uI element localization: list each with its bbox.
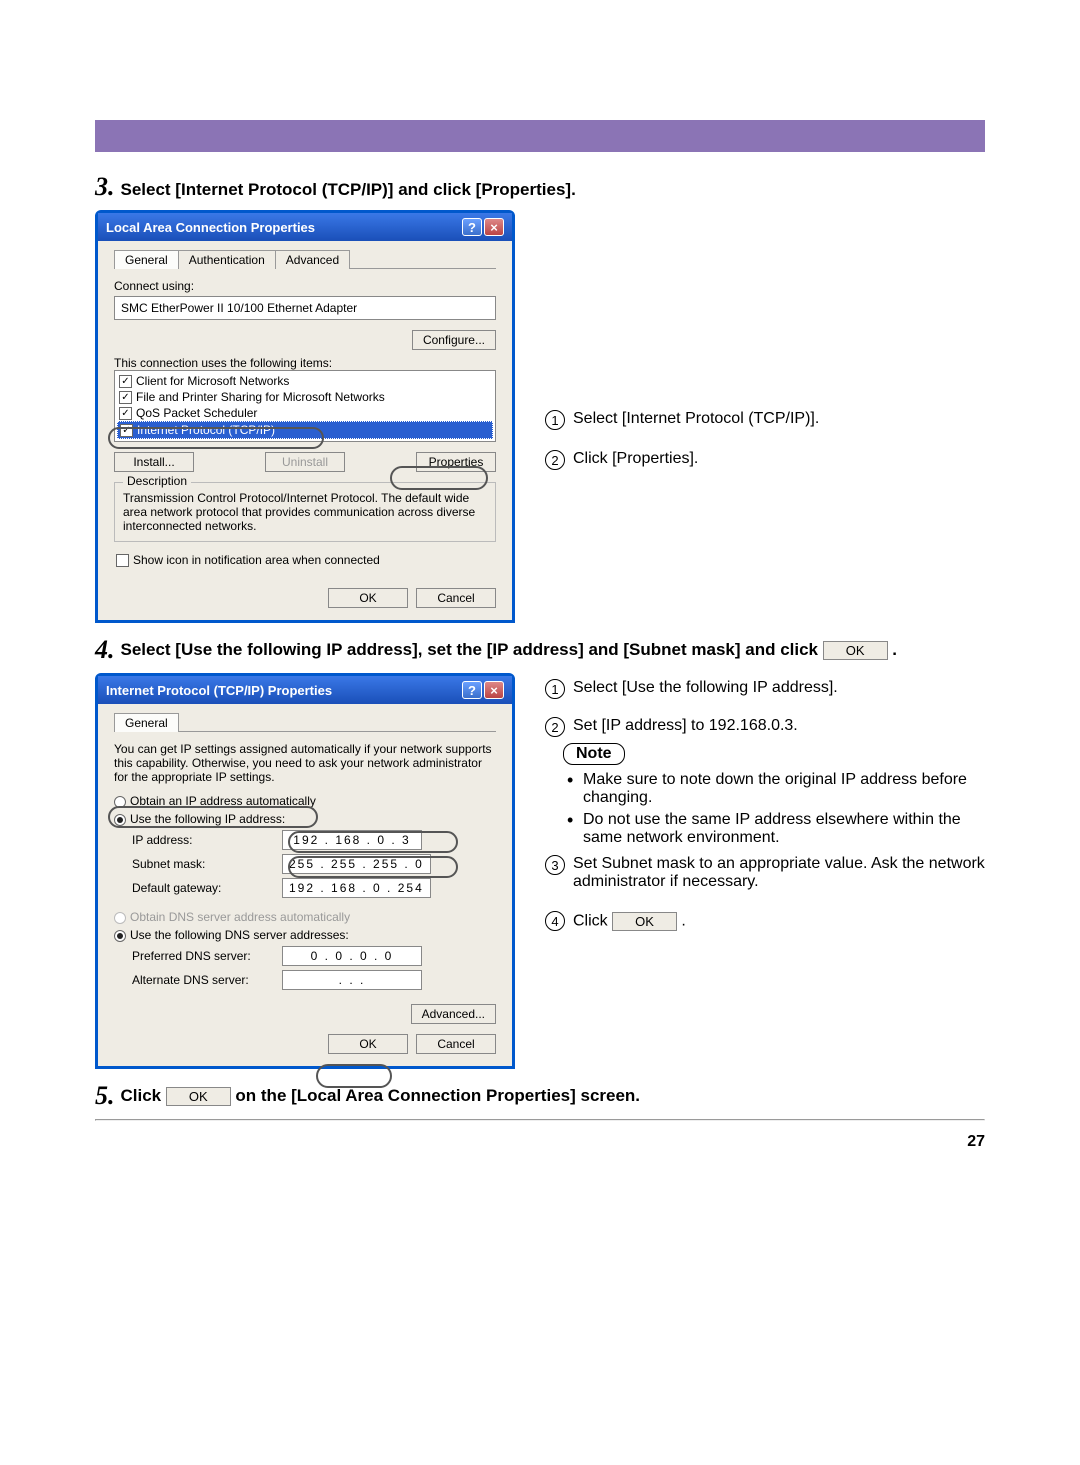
ok-button-inline: OK [612,912,677,931]
callout-text-2: Click [Properties]. [573,450,698,468]
callout-number-1: 1 [545,679,565,699]
step-4-text-a: Select [Use the following IP address], s… [121,640,819,659]
gateway-field[interactable]: 192 . 168 . 0 . 254 [282,878,431,898]
callout-number-3: 3 [545,855,565,875]
alternate-dns-field[interactable]: . . . [282,970,422,990]
step-5-number: 5. [95,1081,115,1111]
show-icon-row[interactable]: Show icon in notification area when conn… [114,552,496,568]
radio-use-dns-row[interactable]: Use the following DNS server addresses: [114,928,496,942]
help-button[interactable]: ? [462,218,482,236]
note-bullet-1: Make sure to note down the original IP a… [567,771,985,807]
gateway-label: Default gateway: [132,881,282,895]
dialog-title: Internet Protocol (TCP/IP) Properties [106,683,332,698]
cancel-button[interactable]: Cancel [416,588,496,608]
adapter-field: SMC EtherPower II 10/100 Ethernet Adapte… [114,296,496,320]
advanced-button[interactable]: Advanced... [411,1004,496,1024]
callout-text-3: Set Subnet mask to an appropriate value.… [573,855,985,891]
tab-general[interactable]: General [114,713,179,732]
list-item[interactable]: ✓ QoS Packet Scheduler [117,405,493,421]
callout-oval-subnet [288,856,458,878]
radio-use-dns-label: Use the following DNS server addresses: [130,928,349,942]
step-4-text-b: . [892,640,897,659]
callout-oval-useip [108,806,318,828]
preferred-dns-field[interactable]: 0 . 0 . 0 . 0 [282,946,422,966]
close-button[interactable]: × [484,218,504,236]
step-5-text-b: on the [Local Area Connection Properties… [235,1086,640,1105]
step-4-number: 4. [95,635,115,665]
alternate-dns-label: Alternate DNS server: [132,973,282,987]
tcpip-properties-dialog: Internet Protocol (TCP/IP) Properties ? … [95,673,515,1069]
radio-obtain-dns-row: Obtain DNS server address automatically [114,910,496,924]
callout-text-2: Set [IP address] to 192.168.0.3. [573,717,798,735]
note-bullet-2: Do not use the same IP address elsewhere… [567,811,985,847]
dialog-titlebar: Local Area Connection Properties ? × [98,213,512,241]
lan-properties-dialog: Local Area Connection Properties ? × Gen… [95,210,515,623]
callout-oval-ok [316,1064,392,1088]
list-item[interactable]: ✓ File and Printer Sharing for Microsoft… [117,389,493,405]
dialog-titlebar: Internet Protocol (TCP/IP) Properties ? … [98,676,512,704]
step-4: 4. Select [Use the following IP address]… [95,635,985,665]
connect-using-label: Connect using: [114,279,496,293]
ok-button-inline: OK [166,1087,231,1106]
ok-button[interactable]: OK [328,588,408,608]
step-5: 5. Click OK on the [Local Area Connectio… [95,1081,985,1111]
list-item[interactable]: ✓ Client for Microsoft Networks [117,373,493,389]
description-group: Description Transmission Control Protoco… [114,482,496,542]
tab-authentication[interactable]: Authentication [178,250,276,269]
step3-annotations: 1 Select [Internet Protocol (TCP/IP)]. 2… [545,210,985,476]
intro-text: You can get IP settings assigned automat… [114,742,496,784]
section-header-bar [95,120,985,152]
callout-number-1: 1 [545,410,565,430]
note-bullets: Make sure to note down the original IP a… [563,771,985,847]
description-legend: Description [123,474,191,488]
step-3-text: Select [Internet Protocol (TCP/IP)] and … [121,180,986,200]
radio-obtain-dns-label: Obtain DNS server address automatically [130,910,350,924]
list-item-label: Client for Microsoft Networks [136,374,289,388]
items-label: This connection uses the following items… [114,356,496,370]
callout-oval-1 [108,427,324,449]
close-button[interactable]: × [484,681,504,699]
checkbox-icon[interactable]: ✓ [119,375,132,388]
callout-number-2: 2 [545,717,565,737]
dialog-title: Local Area Connection Properties [106,220,315,235]
preferred-dns-label: Preferred DNS server: [132,949,282,963]
tab-strip: General Authentication Advanced [114,249,496,269]
list-item-label: File and Printer Sharing for Microsoft N… [136,390,385,404]
step-3: 3. Select [Internet Protocol (TCP/IP)] a… [95,172,985,202]
page-number: 27 [95,1133,985,1151]
checkbox-icon[interactable] [116,554,129,567]
callout-oval-ip [288,831,458,853]
help-button[interactable]: ? [462,681,482,699]
show-icon-label: Show icon in notification area when conn… [133,553,380,567]
step-3-number: 3. [95,172,115,202]
ip-address-label: IP address: [132,833,282,847]
step-5-text-a: Click [121,1086,162,1105]
install-button[interactable]: Install... [114,452,194,472]
ok-button-inline: OK [823,641,888,660]
checkbox-icon[interactable]: ✓ [119,407,132,420]
callout-number-4: 4 [545,911,565,931]
callout-oval-2 [390,466,488,490]
callout-text-4a: Click [573,912,608,929]
configure-button[interactable]: Configure... [412,330,496,350]
description-text: Transmission Control Protocol/Internet P… [123,491,487,533]
callout-number-2: 2 [545,450,565,470]
step4-annotations: 1 Select [Use the following IP address].… [545,673,985,937]
callout-text-4b: . [681,912,685,929]
ok-button[interactable]: OK [328,1034,408,1054]
list-item-label: QoS Packet Scheduler [136,406,257,420]
note-label: Note [563,743,625,765]
tab-advanced[interactable]: Advanced [275,250,350,269]
callout-text-1: Select [Internet Protocol (TCP/IP)]. [573,410,819,428]
uninstall-button[interactable]: Uninstall [265,452,345,472]
footer-rule [95,1119,985,1121]
cancel-button[interactable]: Cancel [416,1034,496,1054]
checkbox-icon[interactable]: ✓ [119,391,132,404]
subnet-label: Subnet mask: [132,857,282,871]
tab-general[interactable]: General [114,250,179,269]
callout-text-1: Select [Use the following IP address]. [573,679,838,697]
